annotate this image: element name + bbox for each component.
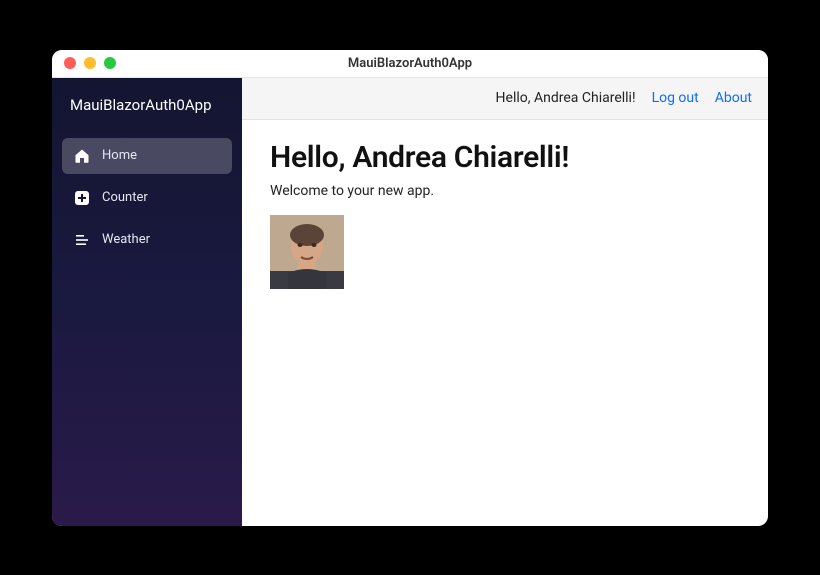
welcome-text: Welcome to your new app. [270, 183, 740, 199]
content: Hello, Andrea Chiarelli! Welcome to your… [242, 120, 768, 526]
sidebar-item-home[interactable]: Home [62, 138, 232, 174]
app-body: MauiBlazorAuth0App Home Counter [52, 78, 768, 526]
topbar: Hello, Andrea Chiarelli! Log out About [242, 78, 768, 120]
traffic-lights [52, 57, 116, 69]
sidebar: MauiBlazorAuth0App Home Counter [52, 78, 242, 526]
minimize-icon[interactable] [84, 57, 96, 69]
nav: Home Counter Weather [52, 132, 242, 264]
sidebar-item-label: Weather [102, 232, 150, 247]
plus-icon [74, 190, 90, 206]
close-icon[interactable] [64, 57, 76, 69]
window-titlebar: MauiBlazorAuth0App [52, 50, 768, 78]
sidebar-item-counter[interactable]: Counter [62, 180, 232, 216]
sidebar-item-label: Home [102, 148, 137, 163]
main: Hello, Andrea Chiarelli! Log out About H… [242, 78, 768, 526]
sidebar-item-label: Counter [102, 190, 148, 205]
list-icon [74, 232, 90, 248]
sidebar-item-weather[interactable]: Weather [62, 222, 232, 258]
topbar-greeting: Hello, Andrea Chiarelli! [496, 90, 636, 106]
about-link[interactable]: About [715, 90, 752, 106]
window-title: MauiBlazorAuth0App [52, 56, 768, 71]
home-icon [74, 148, 90, 164]
app-window: MauiBlazorAuth0App MauiBlazorAuth0App Ho… [52, 50, 768, 526]
logout-link[interactable]: Log out [652, 90, 699, 106]
maximize-icon[interactable] [104, 57, 116, 69]
app-brand: MauiBlazorAuth0App [52, 78, 242, 132]
avatar [270, 215, 344, 289]
page-title: Hello, Andrea Chiarelli! [270, 140, 740, 175]
